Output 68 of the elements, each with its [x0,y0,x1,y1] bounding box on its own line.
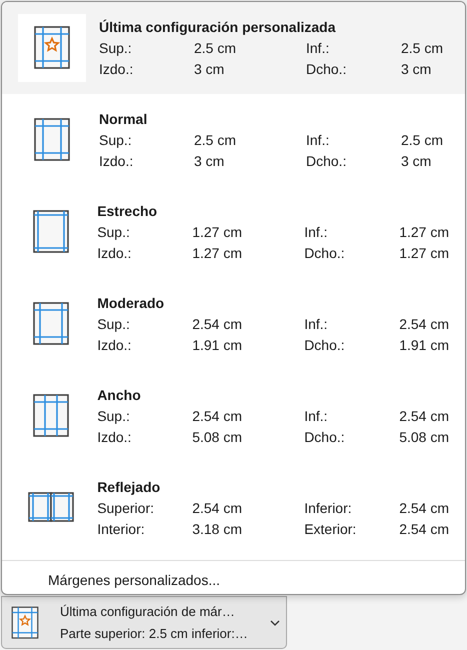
item-title: Reflejado [97,478,162,497]
field-value: 1.27 cm [192,222,243,242]
field-label: Exterior: [304,520,358,538]
menu-item[interactable]: Normal Sup.: 2.5 cm Inf.: 2.5 cm Izdo.: 3 cm Dcho.: 3 cm [2,94,465,186]
field-value: 2.54 cm [192,498,243,518]
field-value: 2.54 cm [399,498,449,518]
field-label: Inf.: [306,38,330,58]
field-label: Inf.: [304,406,329,426]
field-label: Dcho.: [306,60,348,78]
page-margins-icon [32,117,72,163]
field-value: 5.08 cm [192,428,243,446]
field-value: 1.27 cm [399,244,449,262]
menu-item[interactable]: Moderado Sup.: 2.54 cm Inf.: 2.54 cm Izdo.: 1.91 cm Dcho.: 1.91 cm [2,278,465,370]
field-label: Inf.: [304,314,329,334]
page-margins-icon [31,209,72,255]
field-value: 2.5 cm [194,38,238,58]
field-label: Dcho.: [306,152,348,170]
field-label: Superior: [97,498,155,518]
field-label: Inferior: [304,498,353,518]
field-value: 1.91 cm [192,336,243,354]
field-value: 2.5 cm [194,130,238,150]
page-margins-icon [31,301,72,347]
item-title: Normal [99,110,148,128]
menu-item[interactable]: Estrecho Sup.: 1.27 cm Inf.: 1.27 cm Izdo.: 1.27 cm Dcho.: 1.27 cm [2,186,465,278]
item-title: Última configuración personalizada [99,18,337,37]
menu-item[interactable]: Última configuración personalizada Sup.: 2.5 cm Inf.: 2.5 cm Izdo.: 3 cm Dcho.: 3 cm [2,2,465,94]
page-margins-icon [31,393,72,439]
field-label: Inf.: [306,130,330,150]
field-value: 2.54 cm [399,406,449,426]
field-value: 3.18 cm [192,520,243,538]
field-value: 3 cm [401,60,432,78]
field-label: Dcho.: [304,244,346,262]
field-label: Sup.: [97,222,131,242]
field-label: Dcho.: [304,336,346,354]
field-label: Dcho.: [304,428,346,446]
field-label: Izdo.: [99,60,134,78]
field-value: 3 cm [401,152,432,170]
facing-pages-icon [28,491,74,525]
field-label: Interior: [97,520,146,538]
field-value: 3 cm [194,60,226,78]
field-value: 5.08 cm [399,428,449,446]
field-value: 2.54 cm [399,520,449,538]
menu-item[interactable]: Reflejado Superior: 2.54 cm Inferior: 2.54 cm Interior: 3.18 cm Exterior: 2.54 cm [2,462,465,554]
field-value: 2.54 cm [192,406,243,426]
field-value: 2.5 cm [401,38,444,58]
field-label: Izdo.: [97,428,132,446]
margins-dropdown-button[interactable]: Última configuración de már… Parte superior: 2.5 cm inferior:… [1,596,287,649]
field-label: Izdo.: [97,244,132,262]
field-label: Inf.: [304,222,329,242]
field-label: Sup.: [97,406,131,426]
field-value: 2.5 cm [401,130,444,150]
field-value: 1.27 cm [399,222,449,242]
item-title: Moderado [97,294,166,312]
field-value: 1.27 cm [192,244,243,262]
field-label: Izdo.: [97,336,132,354]
chevron-down-icon [270,618,280,626]
field-value: 2.54 cm [192,314,243,334]
field-value: 3 cm [194,152,226,170]
item-title: Ancho [97,386,142,404]
custom-margins-item[interactable]: Márgenes personalizados... [48,572,220,588]
field-value: 2.54 cm [399,314,449,334]
field-label: Sup.: [97,314,131,334]
item-title: Estrecho [97,202,158,220]
menu-item[interactable]: Ancho Sup.: 2.54 cm Inf.: 2.54 cm Izdo.: 5.08 cm Dcho.: 5.08 cm [2,370,465,462]
field-label: Izdo.: [99,152,134,170]
field-label: Sup.: [99,130,133,150]
field-label: Sup.: [99,38,133,58]
field-value: 1.91 cm [399,336,449,354]
